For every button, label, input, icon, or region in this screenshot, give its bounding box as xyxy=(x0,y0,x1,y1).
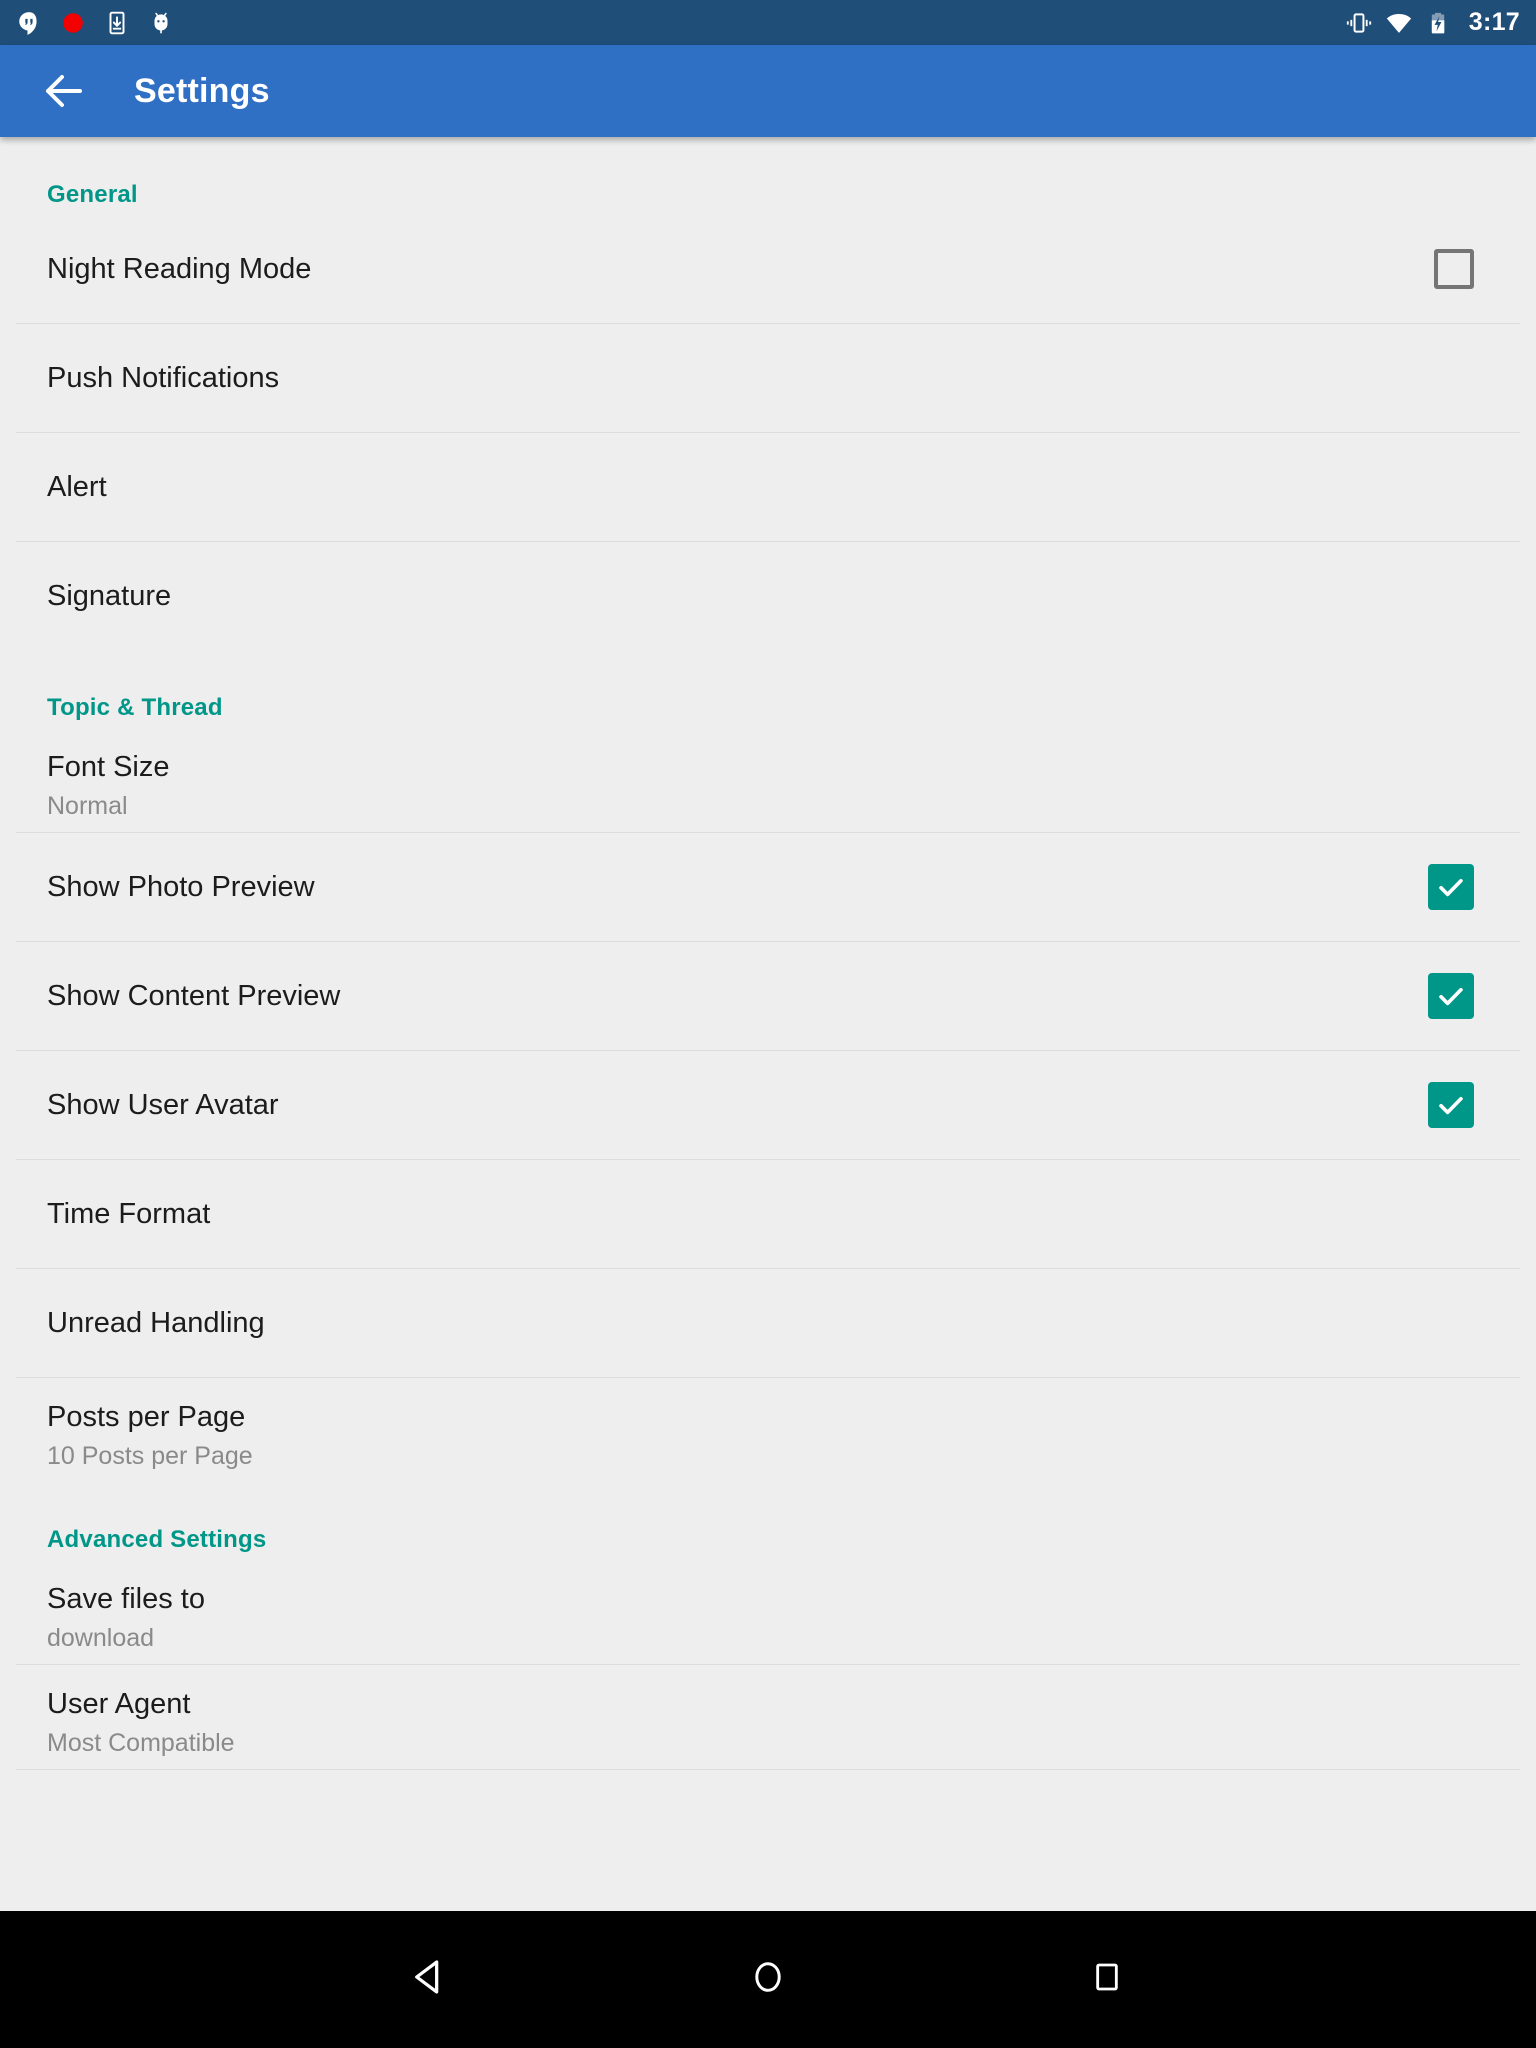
row-texts: Unread Handling xyxy=(47,1306,1474,1340)
setting-row-alert[interactable]: Alert xyxy=(0,433,1536,541)
recents-nav-button[interactable] xyxy=(1052,1925,1162,2035)
vibrate-icon xyxy=(1345,9,1373,37)
checkbox-checked-icon xyxy=(1428,1082,1474,1128)
status-bar-clock: 3:17 xyxy=(1468,8,1520,36)
section-header-advanced-settings: Advanced Settings xyxy=(47,1526,267,1553)
back-nav-button[interactable] xyxy=(374,1925,484,2035)
row-texts: Show Content Preview xyxy=(47,979,1428,1013)
row-texts: Signature xyxy=(47,579,1474,613)
row-title: Push Notifications xyxy=(47,361,280,394)
row-texts: Posts per Page 10 Posts per Page xyxy=(47,1400,1474,1474)
setting-row-show-content-preview[interactable]: Show Content Preview xyxy=(0,942,1536,1050)
setting-row-time-format[interactable]: Time Format xyxy=(0,1160,1536,1268)
battery-charging-icon xyxy=(1425,10,1451,36)
settings-list[interactable]: General Night Reading Mode Push Notifica… xyxy=(0,137,1536,1911)
row-title: Show User Avatar xyxy=(47,1088,279,1121)
setting-row-user-agent[interactable]: User Agent Most Compatible xyxy=(0,1665,1536,1769)
setting-row-save-files-to[interactable]: Save files to download xyxy=(0,1560,1536,1664)
setting-row-posts-per-page[interactable]: Posts per Page 10 Posts per Page xyxy=(0,1378,1536,1482)
night-reading-mode-checkbox[interactable] xyxy=(1428,246,1474,292)
section-header-topic-thread: Topic & Thread xyxy=(47,694,223,721)
row-title: Show Photo Preview xyxy=(47,870,315,903)
triangle-back-icon xyxy=(406,1954,452,2005)
row-texts: Show Photo Preview xyxy=(47,870,1428,904)
android-bug-icon xyxy=(148,10,174,36)
checkbox-unchecked-icon xyxy=(1434,249,1474,289)
section-header-general: General xyxy=(47,181,138,208)
row-texts: Push Notifications xyxy=(47,361,1474,395)
setting-row-night-reading-mode[interactable]: Night Reading Mode xyxy=(0,215,1536,323)
row-title: Save files to xyxy=(47,1583,205,1615)
status-bar: 3:17 xyxy=(0,0,1536,45)
row-title: Posts per Page xyxy=(47,1401,246,1433)
android-navigation-bar xyxy=(0,1911,1536,2048)
setting-row-show-photo-preview[interactable]: Show Photo Preview xyxy=(0,833,1536,941)
row-title: Signature xyxy=(47,579,172,612)
settings-screen: 3:17 Settings General Night Reading Mode… xyxy=(0,0,1536,2048)
row-subtitle: 10 Posts per Page xyxy=(47,1442,253,1471)
home-nav-button[interactable] xyxy=(713,1925,823,2035)
row-texts: Save files to download xyxy=(47,1582,1474,1656)
row-title: Alert xyxy=(47,470,107,503)
row-subtitle: Normal xyxy=(47,792,128,821)
row-title: Show Content Preview xyxy=(47,979,341,1012)
row-title: Time Format xyxy=(47,1197,211,1230)
setting-row-font-size[interactable]: Font Size Normal xyxy=(0,728,1536,832)
row-texts: User Agent Most Compatible xyxy=(47,1687,1474,1761)
row-texts: Show User Avatar xyxy=(47,1088,1428,1122)
back-arrow-icon[interactable] xyxy=(28,55,100,127)
row-title: User Agent xyxy=(47,1688,191,1720)
setting-row-signature[interactable]: Signature xyxy=(0,542,1536,650)
download-to-device-icon xyxy=(104,10,130,36)
row-title: Night Reading Mode xyxy=(47,252,312,285)
row-texts: Time Format xyxy=(47,1197,1474,1231)
checkbox-checked-icon xyxy=(1428,973,1474,1019)
row-divider xyxy=(16,1769,1520,1770)
setting-row-push-notifications[interactable]: Push Notifications xyxy=(0,324,1536,432)
row-title: Font Size xyxy=(47,751,170,783)
row-texts: Alert xyxy=(47,470,1474,504)
record-dot-icon xyxy=(60,10,86,36)
row-texts: Font Size Normal xyxy=(47,750,1474,824)
page-title: Settings xyxy=(134,71,270,110)
status-bar-left-icons xyxy=(16,10,174,36)
show-user-avatar-checkbox[interactable] xyxy=(1428,1082,1474,1128)
wifi-icon xyxy=(1385,9,1413,37)
status-bar-right-icons: 3:17 xyxy=(1345,8,1520,37)
show-content-preview-checkbox[interactable] xyxy=(1428,973,1474,1019)
setting-row-unread-handling[interactable]: Unread Handling xyxy=(0,1269,1536,1377)
show-photo-preview-checkbox[interactable] xyxy=(1428,864,1474,910)
row-texts: Night Reading Mode xyxy=(47,252,1428,286)
checkbox-checked-icon xyxy=(1428,864,1474,910)
square-recents-icon xyxy=(1087,1957,1127,2002)
app-bar: Settings xyxy=(0,45,1536,137)
row-subtitle: Most Compatible xyxy=(47,1729,235,1758)
row-title: Unread Handling xyxy=(47,1306,265,1339)
setting-row-show-user-avatar[interactable]: Show User Avatar xyxy=(0,1051,1536,1159)
row-subtitle: download xyxy=(47,1624,155,1653)
circle-home-icon xyxy=(747,1956,789,2003)
hangouts-icon xyxy=(16,10,42,36)
